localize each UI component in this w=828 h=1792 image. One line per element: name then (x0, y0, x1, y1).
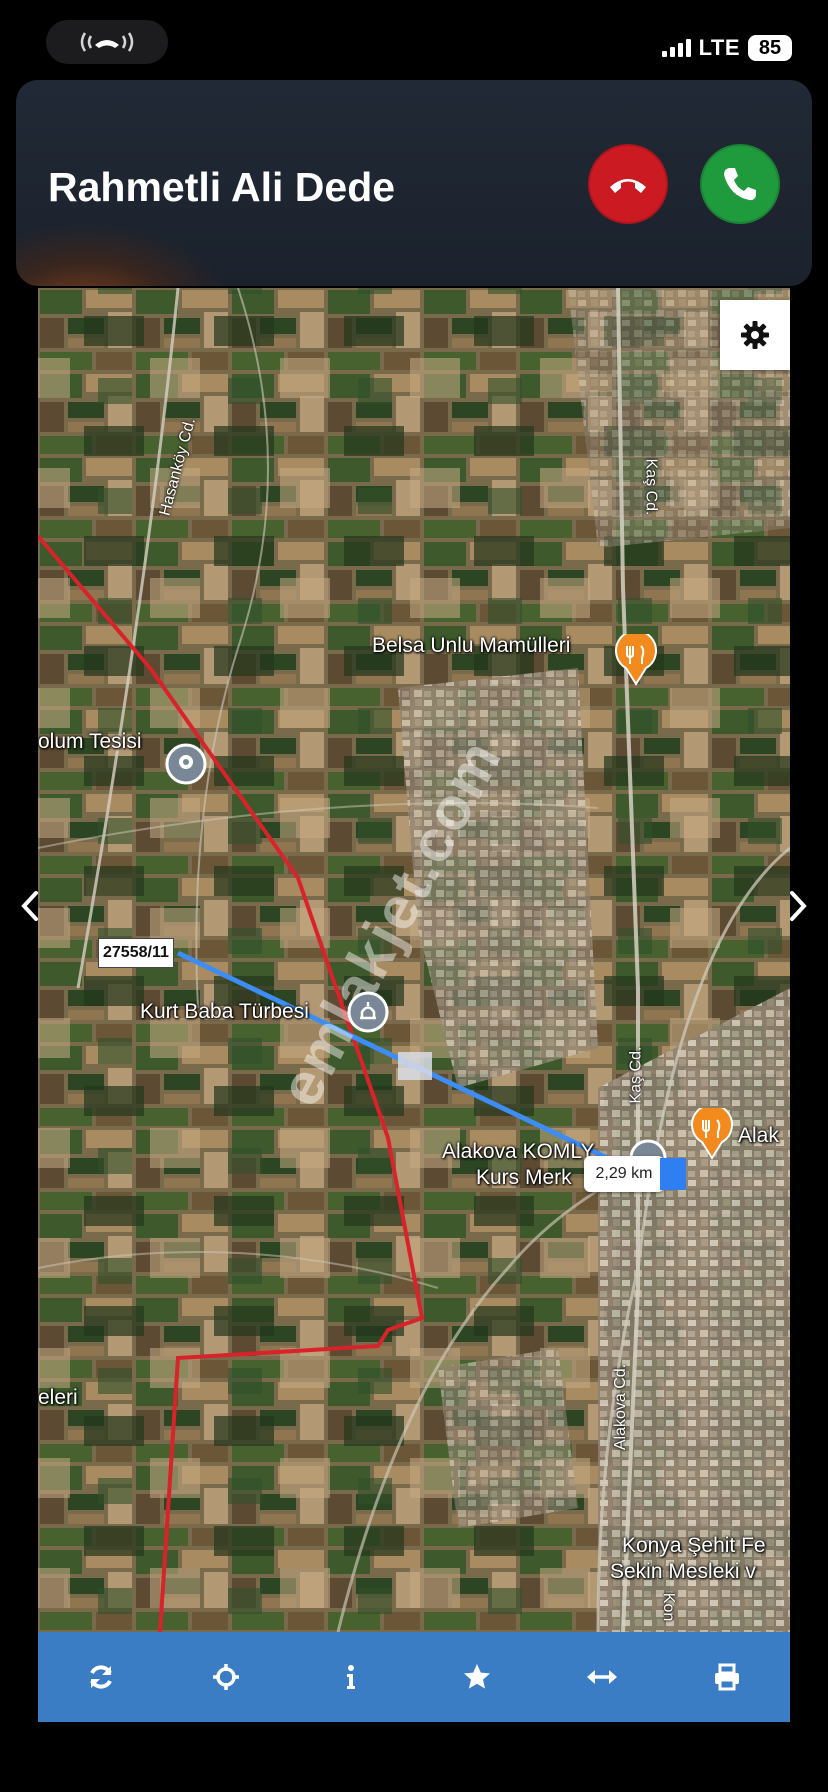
star-icon (463, 1664, 490, 1689)
print-icon (715, 1663, 740, 1691)
phone-waves-icon (80, 32, 134, 52)
refresh-icon (89, 1665, 112, 1689)
poi-label-turbesi[interactable]: Kurt Baba Türbesi (140, 1000, 309, 1024)
status-indicators: LTE 85 (661, 34, 792, 62)
poi-label-eleri[interactable]: eleri (38, 1386, 78, 1410)
gear-icon (741, 321, 769, 349)
caller-name: Rahmetli Ali Dede (48, 164, 396, 210)
landmark-marker-icon[interactable] (346, 990, 390, 1036)
map-toolbar (38, 1632, 790, 1722)
road-label-kon: Kon (660, 1592, 678, 1622)
poi-label-konya-2[interactable]: Sekin Mesleki v (610, 1560, 756, 1584)
parcel-number-tag[interactable]: 27558/11 (98, 938, 174, 968)
road-label-kas-bottom: Kaş Cd. (627, 1046, 645, 1104)
locate-button[interactable] (196, 1647, 256, 1707)
previous-image-button[interactable] (12, 886, 48, 926)
restaurant-marker-icon[interactable] (690, 1108, 734, 1160)
favorite-button[interactable] (447, 1647, 507, 1707)
network-type: LTE (698, 35, 740, 60)
measure-button[interactable] (572, 1647, 632, 1707)
chevron-right-icon (790, 891, 807, 921)
info-button[interactable] (321, 1647, 381, 1707)
active-call-pill[interactable] (46, 20, 168, 64)
locate-icon (212, 1664, 239, 1690)
poi-label-belsa[interactable]: Belsa Unlu Mamülleri (372, 634, 570, 658)
distance-endpoint (660, 1158, 686, 1190)
decline-call-button[interactable] (588, 144, 668, 224)
poi-label-alakova-1[interactable]: Alakova KOMLY (442, 1140, 595, 1164)
refresh-button[interactable] (71, 1647, 131, 1707)
restaurant-marker-icon[interactable] (614, 634, 658, 686)
incoming-call-banner[interactable]: Rahmetli Ali Dede (16, 80, 812, 286)
accept-call-button[interactable] (700, 144, 780, 224)
phone-icon (724, 168, 756, 201)
phone-screen: LTE 85 Rahmetli Ali Dede emlakjet.com Be… (0, 0, 828, 1792)
map-settings-button[interactable] (720, 300, 790, 370)
poi-label-alakova-2[interactable]: Kurs Merk (476, 1166, 572, 1190)
satellite-map[interactable]: emlakjet.com Belsa Unlu Mamülleri olum T… (38, 288, 790, 1632)
info-icon (347, 1665, 356, 1689)
next-image-button[interactable] (780, 886, 816, 926)
poi-label-konya-1[interactable]: Konya Şehit Fe (622, 1534, 766, 1558)
signal-icon (661, 39, 691, 57)
road-label-alakova-cd: Alakova Cd. (612, 1363, 630, 1451)
poi-label-tesisi[interactable]: olum Tesisi (38, 730, 141, 754)
distance-tag: 2,29 km (584, 1156, 664, 1192)
measure-icon (586, 1670, 617, 1684)
print-button[interactable] (697, 1647, 757, 1707)
poi-label-alak[interactable]: Alak (738, 1124, 779, 1148)
place-marker-icon[interactable] (164, 742, 208, 788)
chevron-left-icon (21, 891, 38, 921)
road-label-kas-top: Kaş Cd. (642, 458, 660, 516)
battery-level: 85 (748, 35, 792, 61)
phone-down-icon (610, 179, 646, 193)
